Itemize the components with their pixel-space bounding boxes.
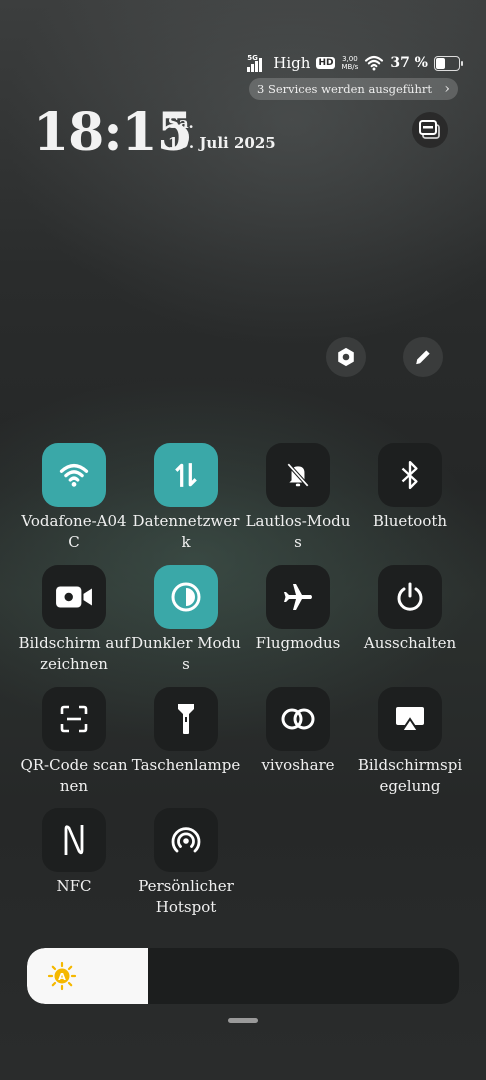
tile-label: Datennetzwerk	[132, 512, 240, 551]
tile-bluetooth[interactable]: Bluetooth	[354, 443, 466, 532]
running-services-pill[interactable]: 3 Services werden ausgeführt ›	[248, 78, 458, 100]
mobile-data-icon	[154, 443, 218, 507]
tile-label: Dunkler Modus	[131, 634, 241, 673]
tile-label: Bluetooth	[372, 512, 448, 530]
clock-date: Sa. 19. Juli 2025	[168, 113, 276, 153]
tile-airplane[interactable]: Flugmodus	[242, 565, 354, 654]
control-center-switch-button[interactable]	[412, 112, 448, 148]
edit-tiles-button[interactable]	[403, 337, 443, 377]
brightness-fill	[27, 948, 148, 1004]
settings-hexagon-icon	[338, 347, 354, 367]
chevron-right-icon: ›	[444, 81, 450, 97]
tile-label: Lautlos-Modus	[245, 512, 351, 551]
tile-label: Ausschalten	[363, 634, 457, 652]
tile-hotspot[interactable]: Persönlicher Hotspot	[130, 808, 242, 918]
tile-label: QR-Code scannen	[20, 756, 128, 795]
settings-button[interactable]	[326, 337, 366, 377]
tile-qr-scan[interactable]: QR-Code scannen	[18, 687, 130, 797]
tile-contrast[interactable]: Dunkler Modus	[130, 565, 242, 675]
brightness-slider[interactable]: A	[27, 948, 459, 1004]
tile-label: Taschenlampe	[131, 756, 241, 774]
tile-label: Flugmodus	[255, 634, 341, 652]
bluetooth-icon	[378, 443, 442, 507]
battery-percent: 37 %	[390, 55, 428, 71]
tile-label: Persönlicher Hotspot	[138, 877, 234, 916]
screen-mirror-icon	[378, 687, 442, 751]
day-label: Sa.	[168, 114, 194, 132]
pencil-icon	[416, 350, 430, 365]
wifi-icon	[42, 443, 106, 507]
hotspot-icon	[154, 808, 218, 872]
signal-icon: 5G	[247, 54, 267, 72]
contrast-icon	[154, 565, 218, 629]
card-stack-icon	[419, 120, 440, 139]
hd-badge: HD	[316, 57, 336, 69]
status-bar: 5G High HD 3,00 MB/s 37 %	[247, 52, 463, 74]
tile-power[interactable]: Ausschalten	[354, 565, 466, 654]
drag-handle[interactable]	[228, 1018, 258, 1023]
auto-brightness-sun-icon: A	[47, 961, 77, 991]
qr-scan-icon	[42, 687, 106, 751]
tile-label: Vodafone-A04C	[21, 512, 127, 551]
svg-text:A: A	[58, 972, 66, 983]
date-label: 19. Juli 2025	[168, 134, 276, 152]
airplane-icon	[266, 565, 330, 629]
wifi-status-icon	[365, 55, 384, 71]
flashlight-icon	[154, 687, 218, 751]
network-speed: 3,00 MB/s	[341, 55, 359, 71]
tile-label: Bildschirm aufzeichnen	[18, 634, 130, 673]
bell-off-icon	[266, 443, 330, 507]
video-camera-icon	[42, 565, 106, 629]
tile-screen-mirror[interactable]: Bildschirmspiegelung	[354, 687, 466, 797]
tile-label: vivoshare	[261, 756, 335, 774]
tile-bell-off[interactable]: Lautlos-Modus	[242, 443, 354, 553]
tile-wifi[interactable]: Vodafone-A04C	[18, 443, 130, 553]
running-services-label: 3 Services werden ausgeführt	[256, 82, 432, 96]
tile-link[interactable]: vivoshare	[242, 687, 354, 776]
tile-nfc[interactable]: NFC	[18, 808, 130, 897]
link-icon	[266, 687, 330, 751]
tile-label: Bildschirmspiegelung	[357, 756, 463, 795]
tile-flashlight[interactable]: Taschenlampe	[130, 687, 242, 776]
tile-video-camera[interactable]: Bildschirm aufzeichnen	[18, 565, 130, 675]
tile-label: NFC	[56, 877, 92, 895]
battery-icon	[434, 55, 463, 71]
power-icon	[378, 565, 442, 629]
signal-label: High	[273, 54, 311, 72]
tile-mobile-data[interactable]: Datennetzwerk	[130, 443, 242, 553]
nfc-icon	[42, 808, 106, 872]
